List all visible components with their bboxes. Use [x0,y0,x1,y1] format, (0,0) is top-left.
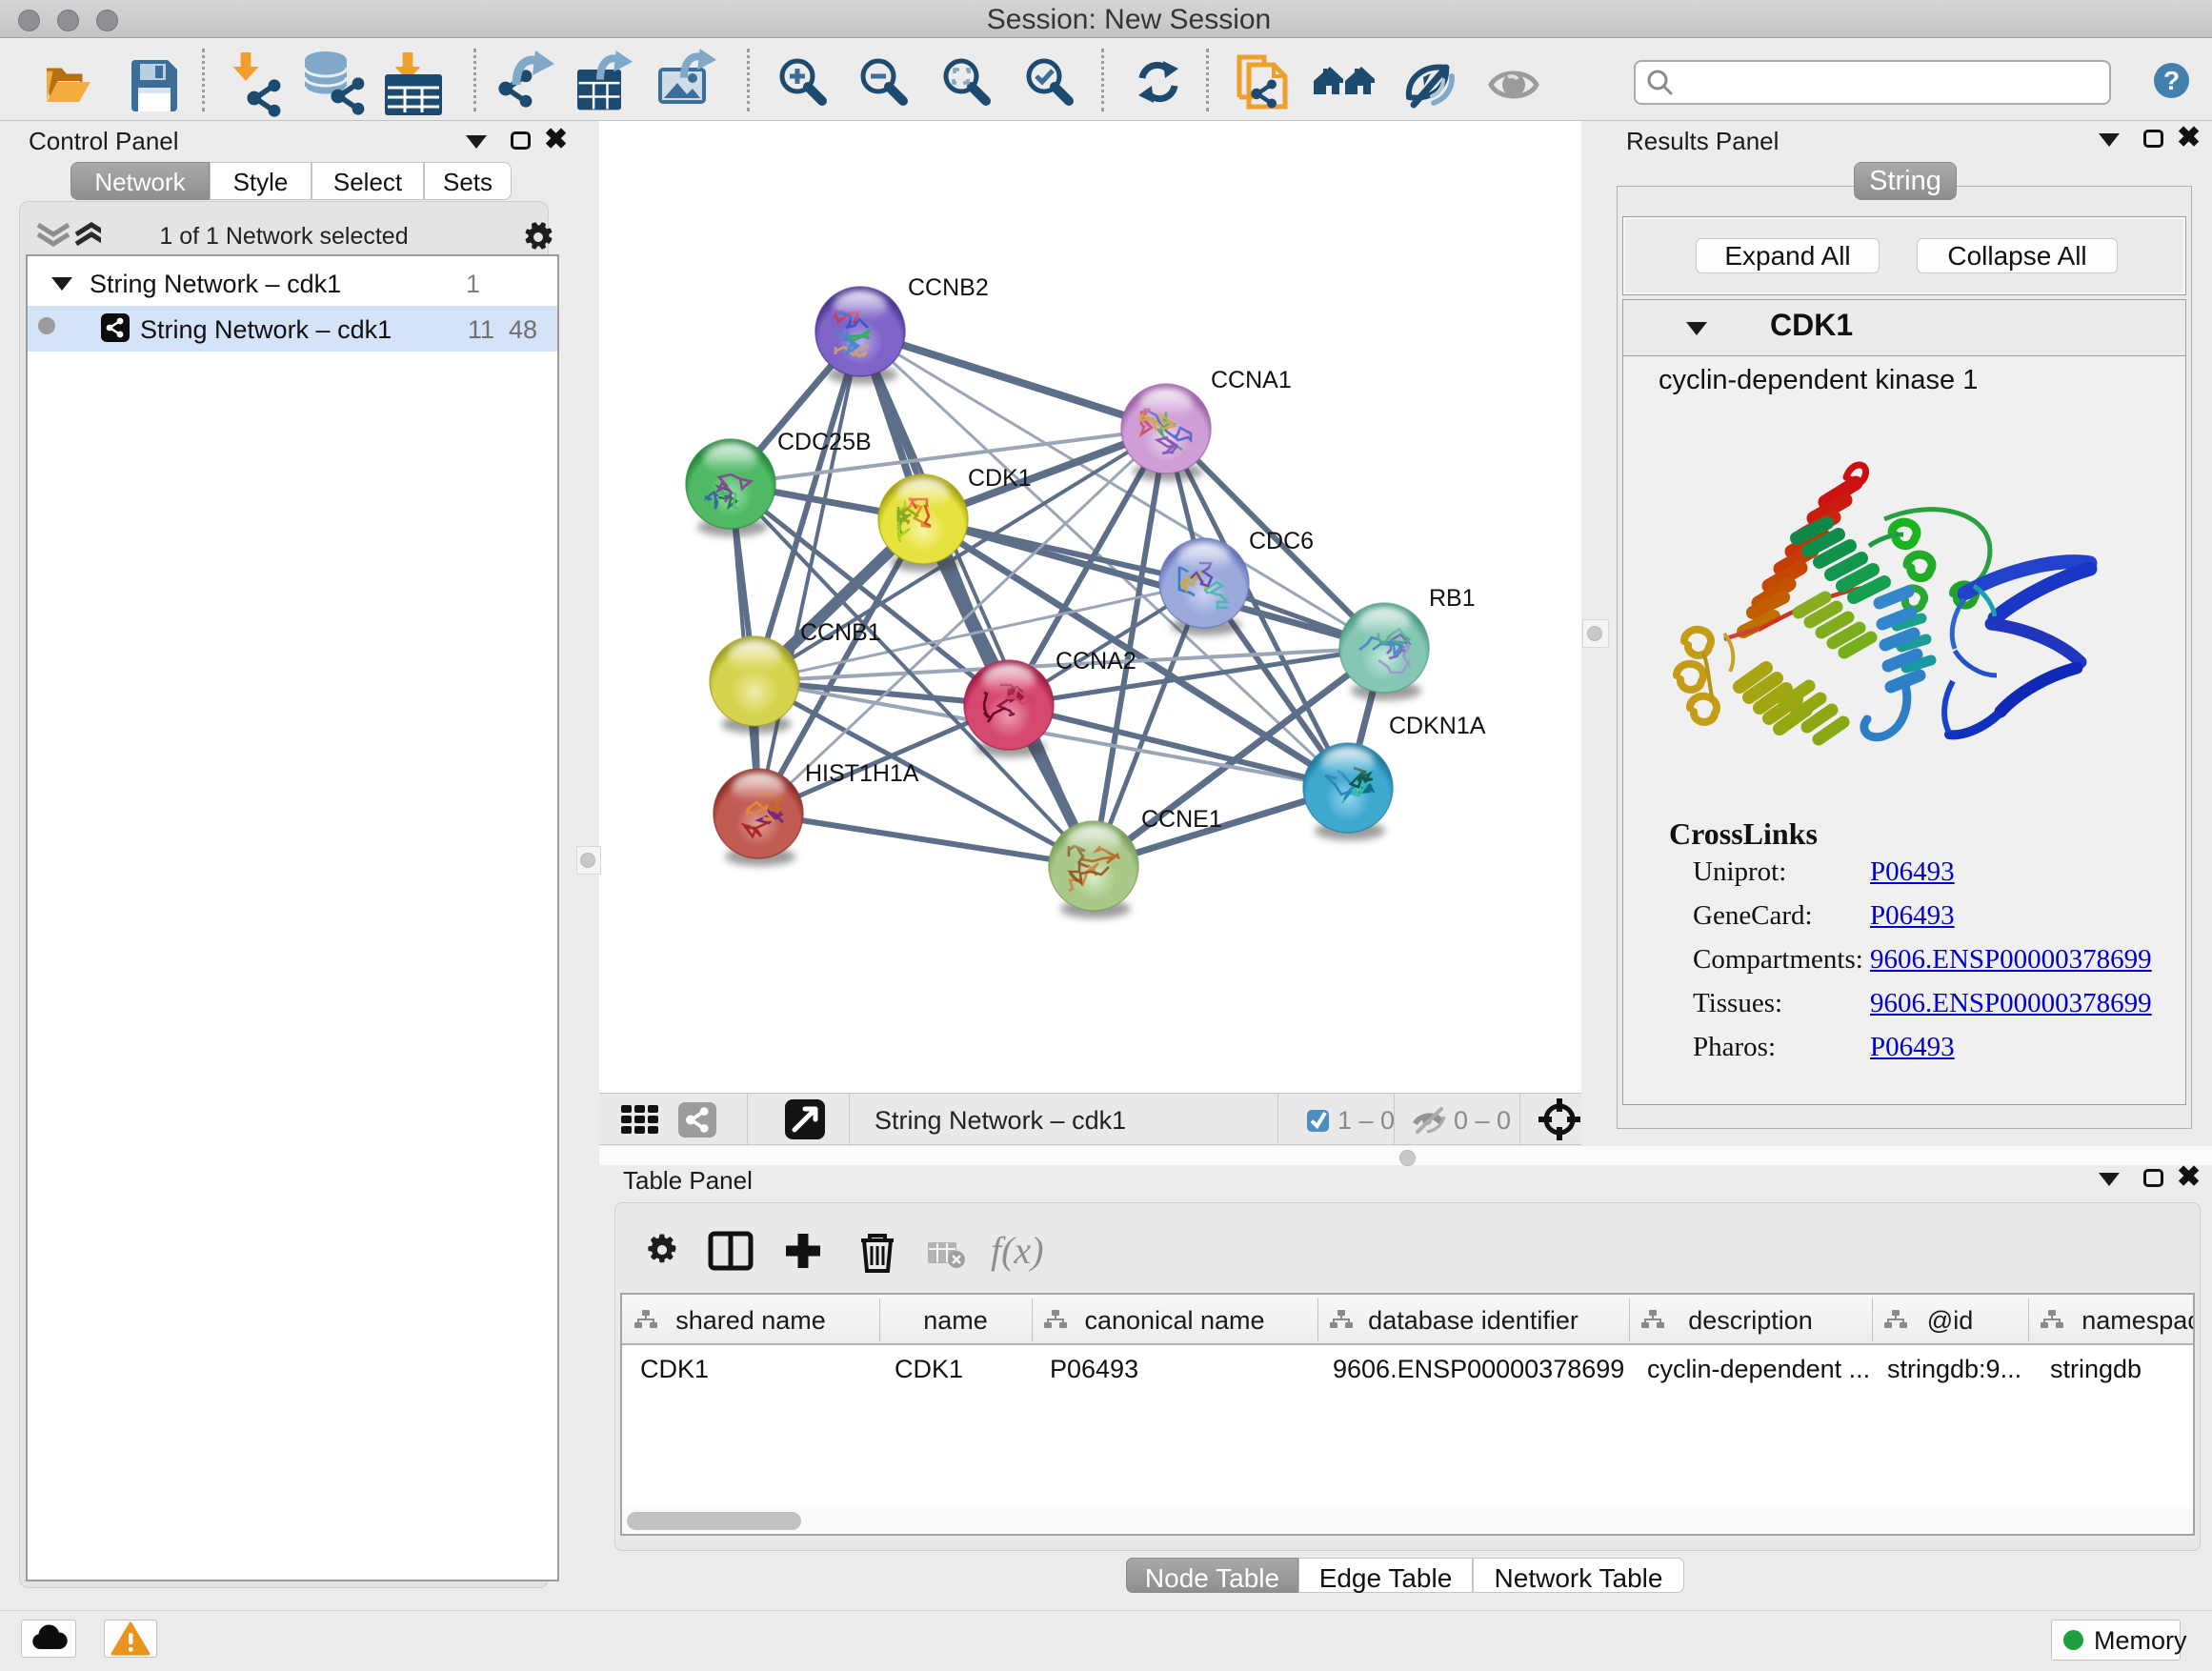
svg-text:CDC6: CDC6 [1249,528,1314,554]
svg-text:RB1: RB1 [1429,585,1476,612]
svg-text:CDKN1A: CDKN1A [1389,713,1486,739]
svg-text:CCNA2: CCNA2 [1056,648,1136,674]
svg-text:CCNE1: CCNE1 [1141,806,1222,833]
svg-text:CCNA1: CCNA1 [1211,367,1292,393]
svg-text:CDK1: CDK1 [968,465,1032,492]
svg-text:CCNB2: CCNB2 [908,274,989,301]
svg-text:HIST1H1A: HIST1H1A [805,760,919,787]
svg-text:f(x): f(x) [991,1229,1044,1272]
svg-text:CDC25B: CDC25B [777,429,872,455]
svg-text:CCNB1: CCNB1 [800,619,881,646]
